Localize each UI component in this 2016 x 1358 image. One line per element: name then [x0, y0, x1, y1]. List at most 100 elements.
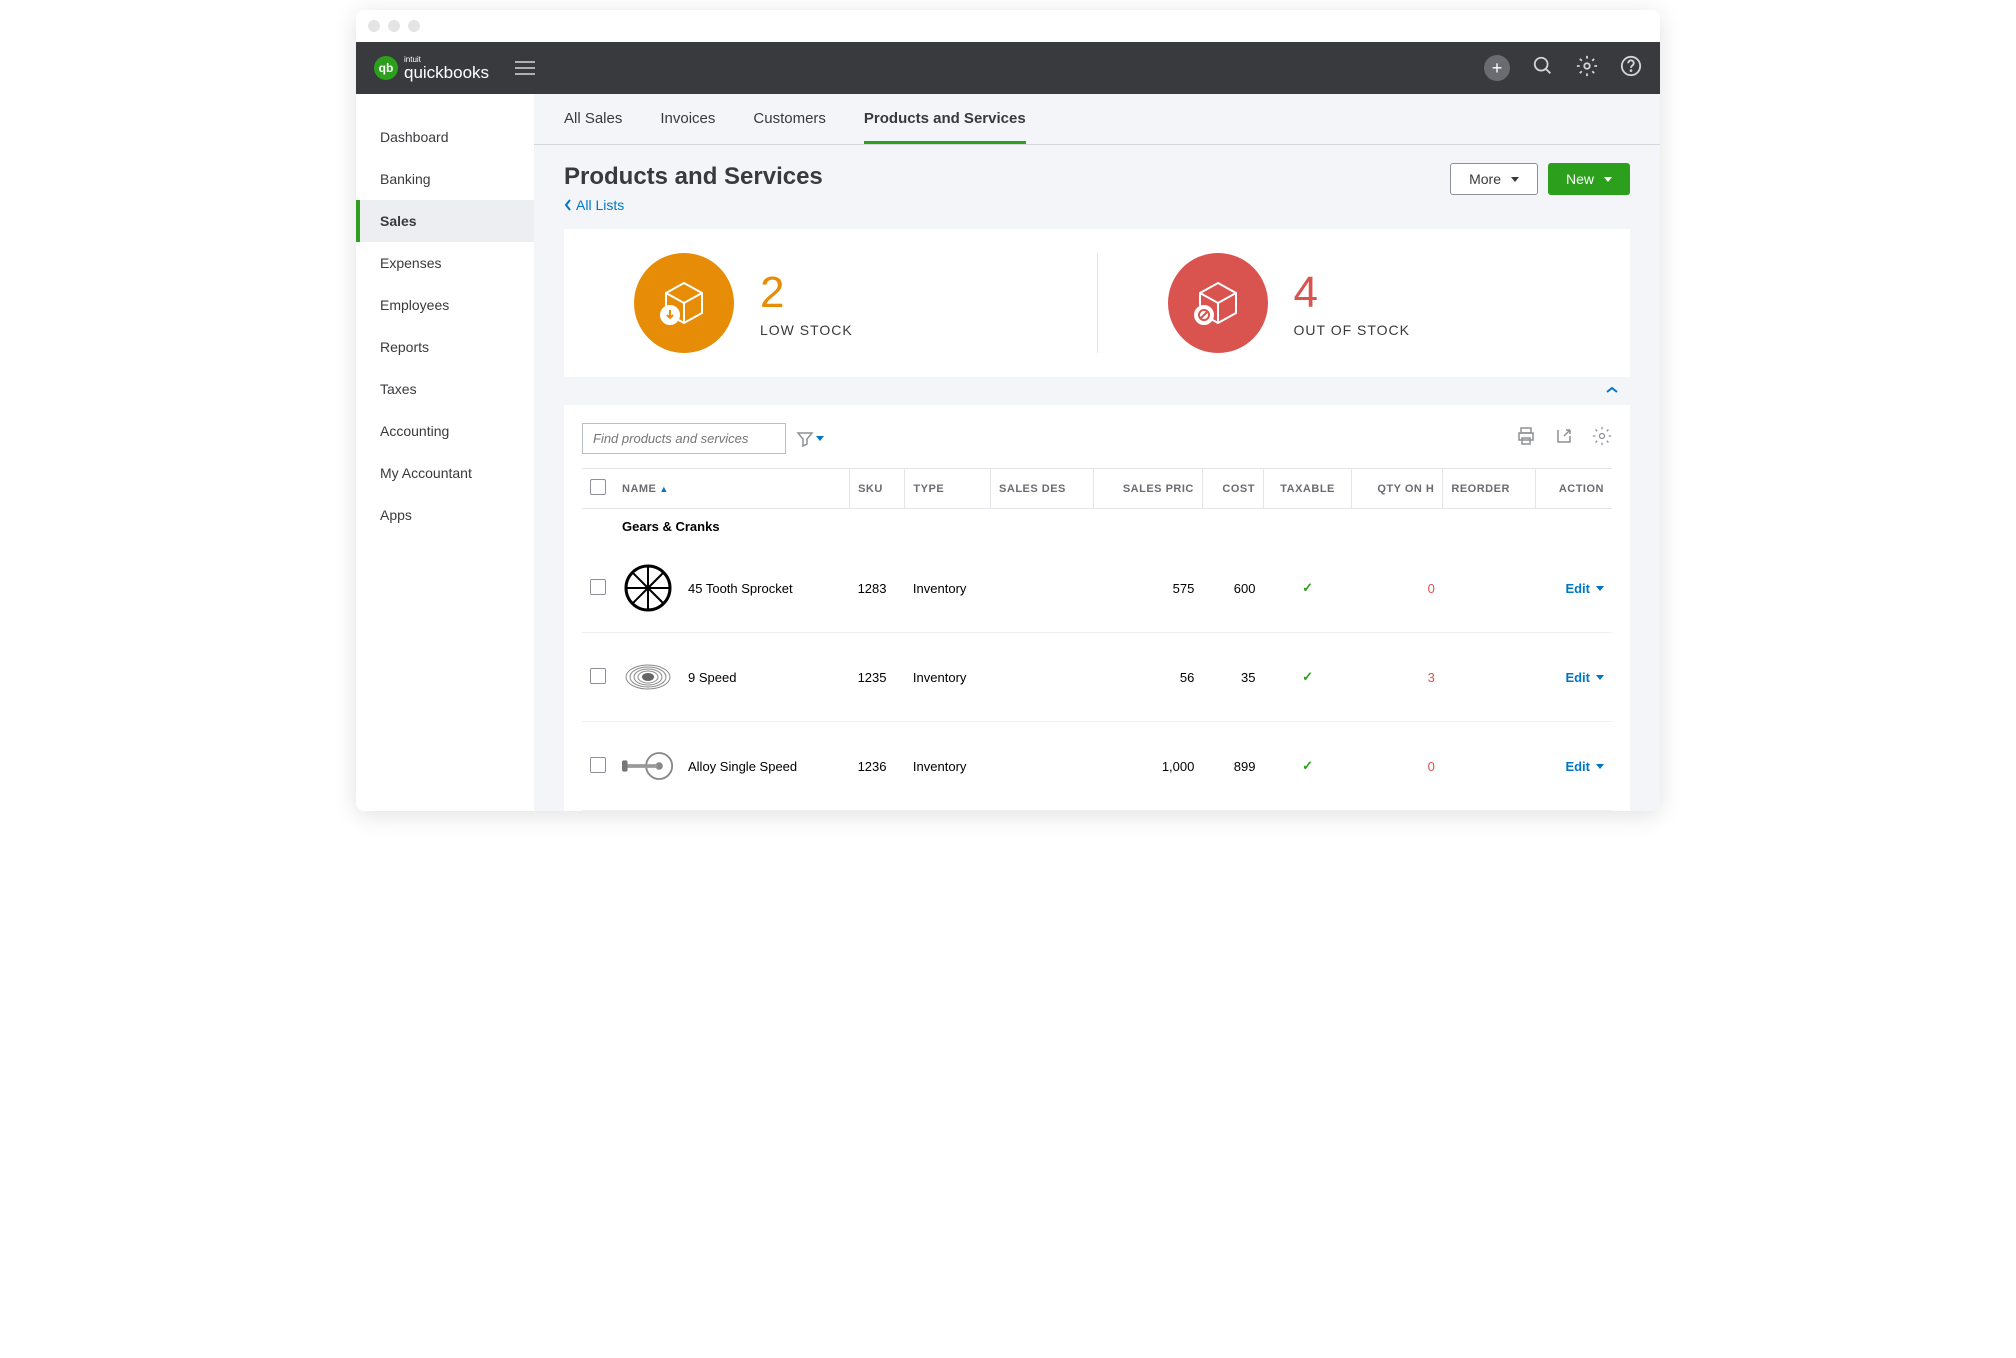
category-name: Gears & Cranks [614, 509, 1612, 545]
cell-reorder [1443, 544, 1536, 633]
cell-sku: 1236 [850, 722, 905, 811]
window-titlebar [356, 10, 1660, 42]
search-input[interactable] [582, 423, 786, 454]
low-stock-icon [634, 253, 734, 353]
chevron-left-icon [564, 199, 572, 211]
stock-panel: 2 LOW STOCK 4 OUT OF STOCK [564, 229, 1630, 377]
out-of-stock-card[interactable]: 4 OUT OF STOCK [1097, 253, 1631, 353]
chevron-up-icon [1606, 386, 1618, 394]
table-row: Alloy Single Speed 1236 Inventory 1,000 … [582, 722, 1612, 811]
cell-sku: 1283 [850, 544, 905, 633]
col-taxable[interactable]: TAXABLE [1263, 469, 1351, 509]
search-button[interactable] [1532, 55, 1554, 82]
edit-button[interactable]: Edit [1565, 759, 1604, 774]
table-panel: NAME▲ SKU TYPE SALES DES SALES PRIC COST… [564, 405, 1630, 811]
cell-qty: 0 [1428, 759, 1435, 774]
logo: qb intuit quickbooks [374, 56, 489, 81]
caret-down-icon [816, 436, 824, 441]
export-icon [1554, 426, 1574, 446]
sidebar-item-dashboard[interactable]: Dashboard [356, 116, 534, 158]
caret-down-icon [1604, 177, 1612, 182]
cell-reorder [1443, 633, 1536, 722]
cell-qty: 0 [1428, 581, 1435, 596]
row-checkbox[interactable] [590, 757, 606, 773]
cell-sales-desc [991, 544, 1094, 633]
window-dot [388, 20, 400, 32]
cell-type: Inventory [905, 544, 991, 633]
col-type[interactable]: TYPE [905, 469, 991, 509]
cell-sales-price: 56 [1094, 633, 1202, 722]
more-button-label: More [1469, 171, 1501, 187]
print-button[interactable] [1516, 426, 1536, 451]
row-checkbox[interactable] [590, 579, 606, 595]
cell-cost: 600 [1202, 544, 1263, 633]
products-table: NAME▲ SKU TYPE SALES DES SALES PRIC COST… [582, 468, 1612, 811]
funnel-icon [796, 430, 814, 448]
back-link[interactable]: All Lists [564, 197, 823, 213]
col-reorder[interactable]: REORDER [1443, 469, 1536, 509]
edit-button[interactable]: Edit [1565, 670, 1604, 685]
tab-products-services[interactable]: Products and Services [864, 110, 1026, 144]
out-of-stock-icon [1168, 253, 1268, 353]
sidebar-item-my-accountant[interactable]: My Accountant [356, 452, 534, 494]
help-button[interactable] [1620, 55, 1642, 82]
printer-icon [1516, 426, 1536, 446]
cell-qty: 3 [1428, 670, 1435, 685]
tab-all-sales[interactable]: All Sales [564, 110, 622, 144]
add-button[interactable]: + [1484, 55, 1510, 81]
cell-cost: 35 [1202, 633, 1263, 722]
low-stock-count: 2 [760, 268, 853, 318]
cell-cost: 899 [1202, 722, 1263, 811]
more-button[interactable]: More [1450, 163, 1538, 195]
back-link-label: All Lists [576, 197, 624, 213]
cell-sku: 1235 [850, 633, 905, 722]
caret-down-icon [1511, 177, 1519, 182]
col-action[interactable]: ACTION [1536, 469, 1612, 509]
row-checkbox[interactable] [590, 668, 606, 684]
cell-type: Inventory [905, 633, 991, 722]
edit-button[interactable]: Edit [1565, 581, 1604, 596]
select-all-checkbox[interactable] [590, 479, 606, 495]
sidebar-item-accounting[interactable]: Accounting [356, 410, 534, 452]
caret-down-icon [1596, 764, 1604, 769]
check-icon: ✓ [1302, 669, 1313, 684]
sidebar-item-reports[interactable]: Reports [356, 326, 534, 368]
filter-button[interactable] [796, 430, 824, 448]
sidebar-item-taxes[interactable]: Taxes [356, 368, 534, 410]
sidebar-item-employees[interactable]: Employees [356, 284, 534, 326]
col-qty[interactable]: QTY ON H [1352, 469, 1443, 509]
low-stock-card[interactable]: 2 LOW STOCK [564, 253, 1097, 353]
export-button[interactable] [1554, 426, 1574, 451]
settings-button[interactable] [1576, 55, 1598, 82]
menu-toggle-icon[interactable] [515, 61, 535, 75]
col-name[interactable]: NAME▲ [614, 469, 850, 509]
table-settings-button[interactable] [1592, 426, 1612, 451]
collapse-panel-button[interactable] [1606, 383, 1618, 397]
sort-asc-icon: ▲ [659, 484, 668, 494]
sidebar-item-apps[interactable]: Apps [356, 494, 534, 536]
caret-down-icon [1596, 586, 1604, 591]
tab-customers[interactable]: Customers [753, 110, 826, 144]
table-row: 9 Speed 1235 Inventory 56 35 ✓ 3 Edit [582, 633, 1612, 722]
tab-invoices[interactable]: Invoices [660, 110, 715, 144]
col-sku[interactable]: SKU [850, 469, 905, 509]
cell-sales-price: 1,000 [1094, 722, 1202, 811]
col-cost[interactable]: COST [1202, 469, 1263, 509]
gear-icon [1576, 55, 1598, 77]
window-dot [368, 20, 380, 32]
sidebar: Dashboard Banking Sales Expenses Employe… [356, 94, 534, 811]
cell-reorder [1443, 722, 1536, 811]
new-button[interactable]: New [1548, 163, 1630, 195]
out-of-stock-count: 4 [1294, 268, 1411, 318]
sidebar-item-sales[interactable]: Sales [356, 200, 534, 242]
col-sales-desc[interactable]: SALES DES [991, 469, 1094, 509]
low-stock-label: LOW STOCK [760, 322, 853, 338]
sidebar-item-banking[interactable]: Banking [356, 158, 534, 200]
table-row: 45 Tooth Sprocket 1283 Inventory 575 600… [582, 544, 1612, 633]
window-dot [408, 20, 420, 32]
search-icon [1532, 55, 1554, 77]
col-sales-price[interactable]: SALES PRIC [1094, 469, 1202, 509]
sidebar-item-expenses[interactable]: Expenses [356, 242, 534, 284]
cell-type: Inventory [905, 722, 991, 811]
page-title: Products and Services [564, 163, 823, 191]
